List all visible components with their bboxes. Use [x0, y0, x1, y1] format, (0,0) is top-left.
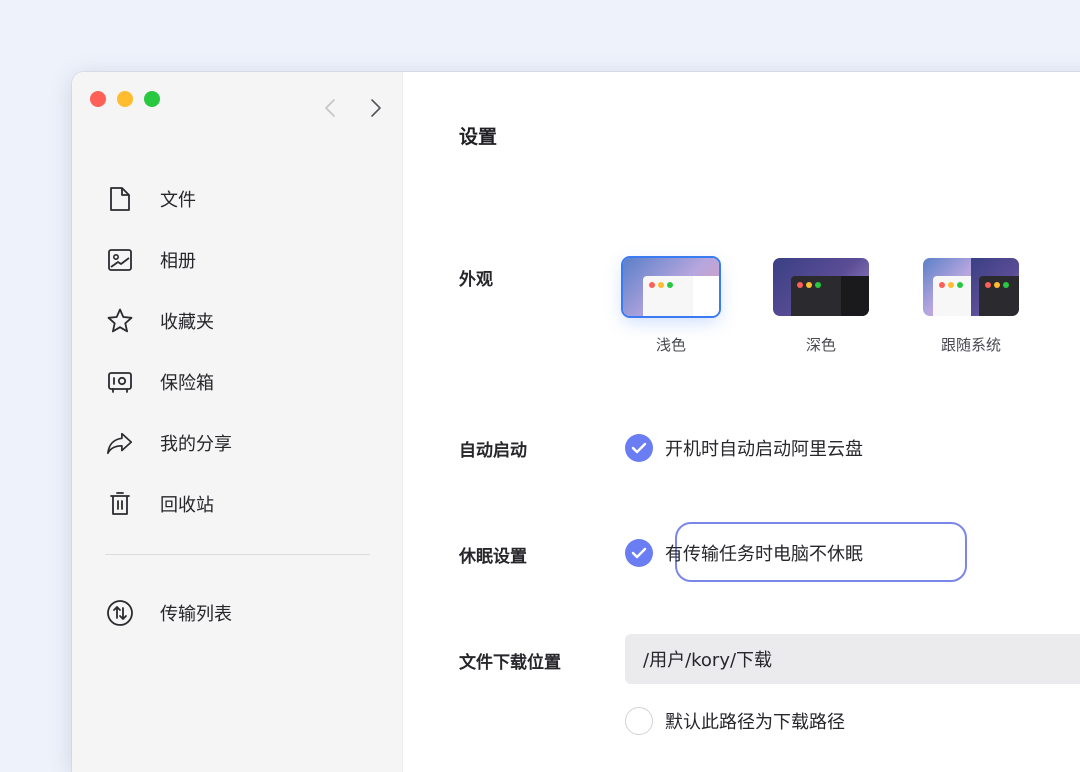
unchecked-circle-icon[interactable]: [625, 707, 653, 735]
sidebar-item-label: 回收站: [160, 494, 214, 516]
auto-start-label: 自动启动: [459, 441, 527, 461]
default-path-checkbox-row[interactable]: 默认此路径为下载路径: [625, 707, 845, 735]
theme-preview-light[interactable]: [621, 256, 721, 318]
theme-option-light[interactable]: 浅色: [621, 256, 721, 355]
theme-preview-system[interactable]: [923, 258, 1019, 316]
sidebar-item-transfer-list[interactable]: 传输列表: [106, 582, 232, 643]
theme-options: 浅色 深色 跟随系统: [621, 256, 1020, 355]
zoom-window-button[interactable]: [144, 91, 160, 107]
history-nav: [320, 96, 386, 120]
theme-option-label: 深色: [805, 336, 836, 354]
auto-start-option-label: 开机时自动启动阿里云盘: [665, 439, 863, 460]
sidebar-item-safe[interactable]: 保险箱: [106, 351, 376, 412]
theme-option-label: 跟随系统: [940, 336, 1001, 354]
sidebar-item-label: 我的分享: [160, 433, 232, 455]
appearance-label: 外观: [459, 270, 493, 290]
check-icon[interactable]: [625, 539, 653, 567]
page-title: 设置: [459, 126, 498, 148]
theme-option-dark[interactable]: 深色: [772, 258, 870, 355]
sidebar-item-recycle-bin[interactable]: 回收站: [106, 473, 376, 534]
auto-start-checkbox-row[interactable]: 开机时自动启动阿里云盘: [625, 434, 863, 462]
sleep-label: 休眠设置: [459, 547, 527, 567]
check-icon[interactable]: [625, 434, 653, 462]
window-controls: [90, 91, 160, 107]
chevron-left-icon[interactable]: [320, 96, 340, 120]
settings-panel: 设置 外观 浅色 深色 跟随系统 自动启动 开机时自动启动阿里云盘 休眠设置 有…: [403, 72, 1080, 772]
sidebar-item-files[interactable]: 文件: [106, 168, 376, 229]
sidebar-item-label: 相册: [160, 250, 196, 272]
photo-album-icon: [106, 246, 134, 274]
minimize-window-button[interactable]: [117, 91, 133, 107]
chevron-right-icon[interactable]: [366, 96, 386, 120]
sidebar-item-favorites[interactable]: 收藏夹: [106, 290, 376, 351]
sidebar-item-label: 收藏夹: [160, 311, 214, 333]
sidebar-nav: 文件 相册 收藏夹 保险箱 我的分享 回收站: [106, 168, 376, 534]
sleep-checkbox-row[interactable]: 有传输任务时电脑不休眠: [625, 539, 863, 567]
theme-preview-dark[interactable]: [773, 258, 869, 316]
sidebar: 文件 相册 收藏夹 保险箱 我的分享 回收站 传输列表: [72, 72, 403, 772]
theme-option-system[interactable]: 跟随系统: [922, 258, 1020, 355]
transfer-icon: [106, 599, 134, 627]
share-icon: [106, 429, 134, 457]
sidebar-item-label: 传输列表: [160, 603, 232, 625]
app-window: 文件 相册 收藏夹 保险箱 我的分享 回收站 传输列表 设置 外观 浅色 深色 …: [72, 72, 1080, 772]
sidebar-item-my-shares[interactable]: 我的分享: [106, 412, 376, 473]
sidebar-item-label: 文件: [160, 189, 196, 211]
default-path-option-label: 默认此路径为下载路径: [665, 712, 845, 733]
sidebar-divider: [105, 554, 370, 555]
download-location-label: 文件下载位置: [459, 653, 561, 673]
trash-icon: [106, 490, 134, 518]
sleep-option-label: 有传输任务时电脑不休眠: [665, 544, 863, 565]
safe-icon: [106, 368, 134, 396]
sidebar-item-album[interactable]: 相册: [106, 229, 376, 290]
star-icon: [106, 307, 134, 335]
file-icon: [106, 185, 134, 213]
theme-option-label: 浅色: [655, 336, 686, 354]
close-window-button[interactable]: [90, 91, 106, 107]
download-path-field[interactable]: /用户/kory/下载: [625, 634, 1080, 684]
sidebar-item-label: 保险箱: [160, 372, 214, 394]
